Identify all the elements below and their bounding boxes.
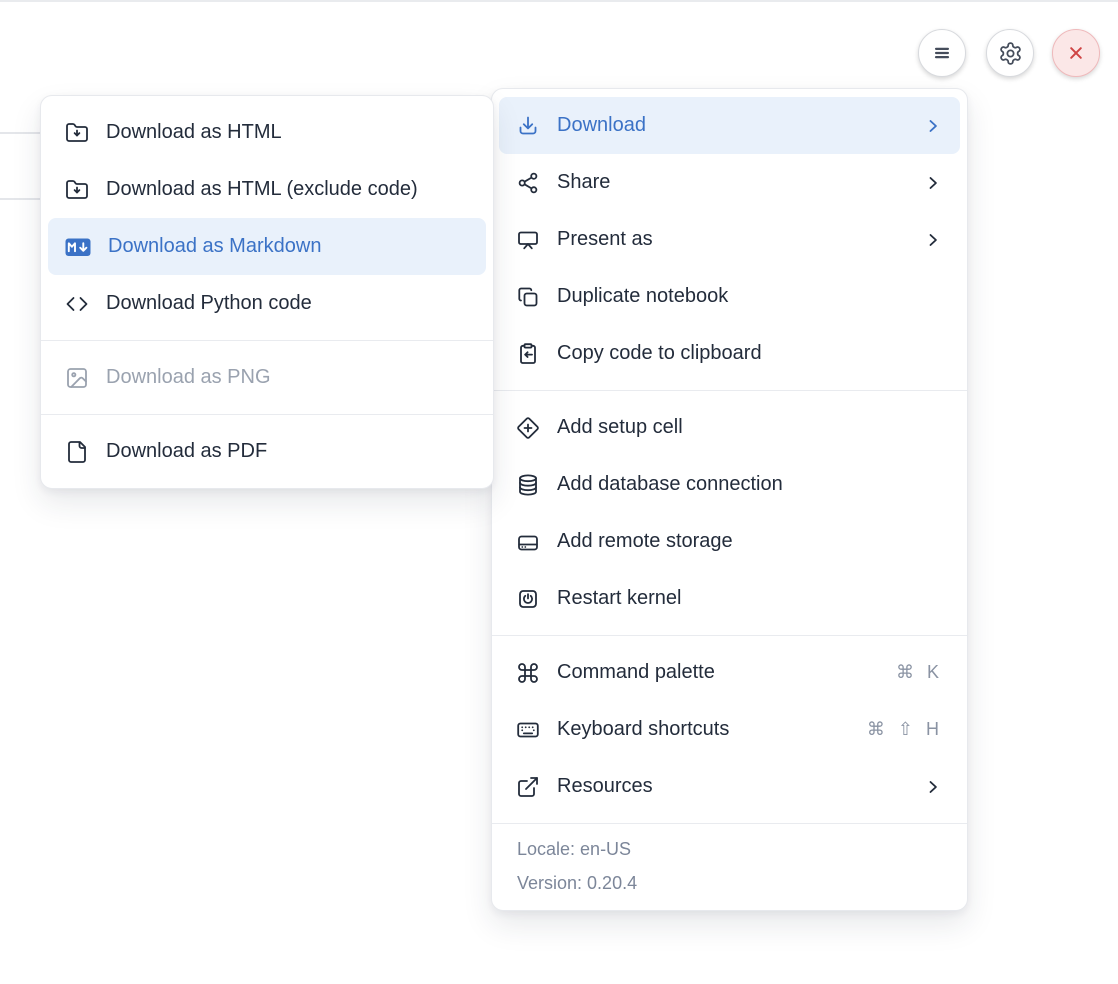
page-top-border xyxy=(0,0,1118,2)
code-icon xyxy=(65,292,89,316)
download-submenu: Download as HTML Download as HTML (exclu… xyxy=(40,95,494,489)
command-icon xyxy=(516,661,540,685)
chevron-right-icon xyxy=(923,777,943,797)
keyboard-icon xyxy=(516,718,540,742)
menu-item-label: Download xyxy=(557,114,906,137)
menu-item-label: Add remote storage xyxy=(557,530,943,553)
menu-item-label: Download Python code xyxy=(106,292,469,315)
menu-item-label: Add setup cell xyxy=(557,416,943,439)
menu-group-actions: Download Share Present as xyxy=(492,89,967,390)
gear-icon xyxy=(998,41,1023,66)
submenu-group-png: Download as PNG xyxy=(41,340,493,414)
notebook-menu-button[interactable] xyxy=(918,29,966,77)
submenu-group-main: Download as HTML Download as HTML (exclu… xyxy=(41,96,493,340)
copy-icon xyxy=(516,285,540,309)
menu-item-download-as-png: Download as PNG xyxy=(48,349,486,406)
menu-item-label: Download as PNG xyxy=(106,366,469,389)
shortcut-hint: ⌘ ⇧ H xyxy=(867,719,943,740)
image-icon xyxy=(65,366,89,390)
folder-down-icon xyxy=(65,121,89,145)
menu-item-command-palette[interactable]: Command palette ⌘ K xyxy=(499,644,960,701)
menu-item-label: Copy code to clipboard xyxy=(557,342,943,365)
menu-item-download-as-html[interactable]: Download as HTML xyxy=(48,104,486,161)
notebook-actions-menu: Download Share Present as xyxy=(491,88,968,911)
shortcut-hint: ⌘ K xyxy=(896,662,943,683)
menu-item-download-as-pdf[interactable]: Download as PDF xyxy=(48,423,486,480)
database-icon xyxy=(516,473,540,497)
menu-item-label: Keyboard shortcuts xyxy=(557,718,850,741)
close-button[interactable] xyxy=(1052,29,1100,77)
settings-button[interactable] xyxy=(986,29,1034,77)
menu-item-add-setup-cell[interactable]: Add setup cell xyxy=(499,399,960,456)
menu-item-duplicate-notebook[interactable]: Duplicate notebook xyxy=(499,268,960,325)
chevron-right-icon xyxy=(923,116,943,136)
diamond-plus-icon xyxy=(516,416,540,440)
menu-item-label: Share xyxy=(557,171,906,194)
submenu-group-pdf: Download as PDF xyxy=(41,414,493,488)
menu-item-resources[interactable]: Resources xyxy=(499,758,960,815)
menu-item-label: Download as PDF xyxy=(106,440,469,463)
menu-item-download[interactable]: Download xyxy=(499,97,960,154)
clipboard-copy-icon xyxy=(516,342,540,366)
file-icon xyxy=(65,440,89,464)
menu-item-label: Command palette xyxy=(557,661,879,684)
chevron-right-icon xyxy=(923,173,943,193)
square-power-icon xyxy=(516,587,540,611)
hamburger-icon xyxy=(929,40,955,66)
menu-item-label: Duplicate notebook xyxy=(557,285,943,308)
markdown-download-icon xyxy=(65,237,91,257)
menu-item-label: Restart kernel xyxy=(557,587,943,610)
external-link-icon xyxy=(516,775,540,799)
background-cell-border-bottom xyxy=(0,198,41,200)
menu-item-restart-kernel[interactable]: Restart kernel xyxy=(499,570,960,627)
locale-text: Locale: en-US xyxy=(517,832,942,866)
close-icon xyxy=(1064,41,1088,65)
share-icon xyxy=(516,171,540,195)
menu-item-download-python-code[interactable]: Download Python code xyxy=(48,275,486,332)
menu-group-help: Command palette ⌘ K Keyboard shortcuts ⌘… xyxy=(492,635,967,823)
menu-item-keyboard-shortcuts[interactable]: Keyboard shortcuts ⌘ ⇧ H xyxy=(499,701,960,758)
menu-item-add-remote-storage[interactable]: Add remote storage xyxy=(499,513,960,570)
menu-item-present-as[interactable]: Present as xyxy=(499,211,960,268)
menu-item-label: Download as Markdown xyxy=(108,235,469,258)
menu-footer: Locale: en-US Version: 0.20.4 xyxy=(492,823,967,910)
presentation-icon xyxy=(516,228,540,252)
menu-item-label: Present as xyxy=(557,228,906,251)
version-text: Version: 0.20.4 xyxy=(517,866,942,900)
menu-item-label: Resources xyxy=(557,775,906,798)
menu-item-label: Add database connection xyxy=(557,473,943,496)
background-cell-border-top xyxy=(0,132,41,134)
menu-item-share[interactable]: Share xyxy=(499,154,960,211)
menu-group-add: Add setup cell Add database connection A… xyxy=(492,390,967,635)
folder-down-icon xyxy=(65,178,89,202)
menu-item-copy-code-to-clipboard[interactable]: Copy code to clipboard xyxy=(499,325,960,382)
hard-drive-icon xyxy=(516,530,540,554)
menu-item-add-database-connection[interactable]: Add database connection xyxy=(499,456,960,513)
menu-item-label: Download as HTML (exclude code) xyxy=(106,178,469,201)
menu-item-download-as-html-exclude-code[interactable]: Download as HTML (exclude code) xyxy=(48,161,486,218)
menu-item-label: Download as HTML xyxy=(106,121,469,144)
download-icon xyxy=(516,114,540,138)
chevron-right-icon xyxy=(923,230,943,250)
menu-item-download-as-markdown[interactable]: Download as Markdown xyxy=(48,218,486,275)
